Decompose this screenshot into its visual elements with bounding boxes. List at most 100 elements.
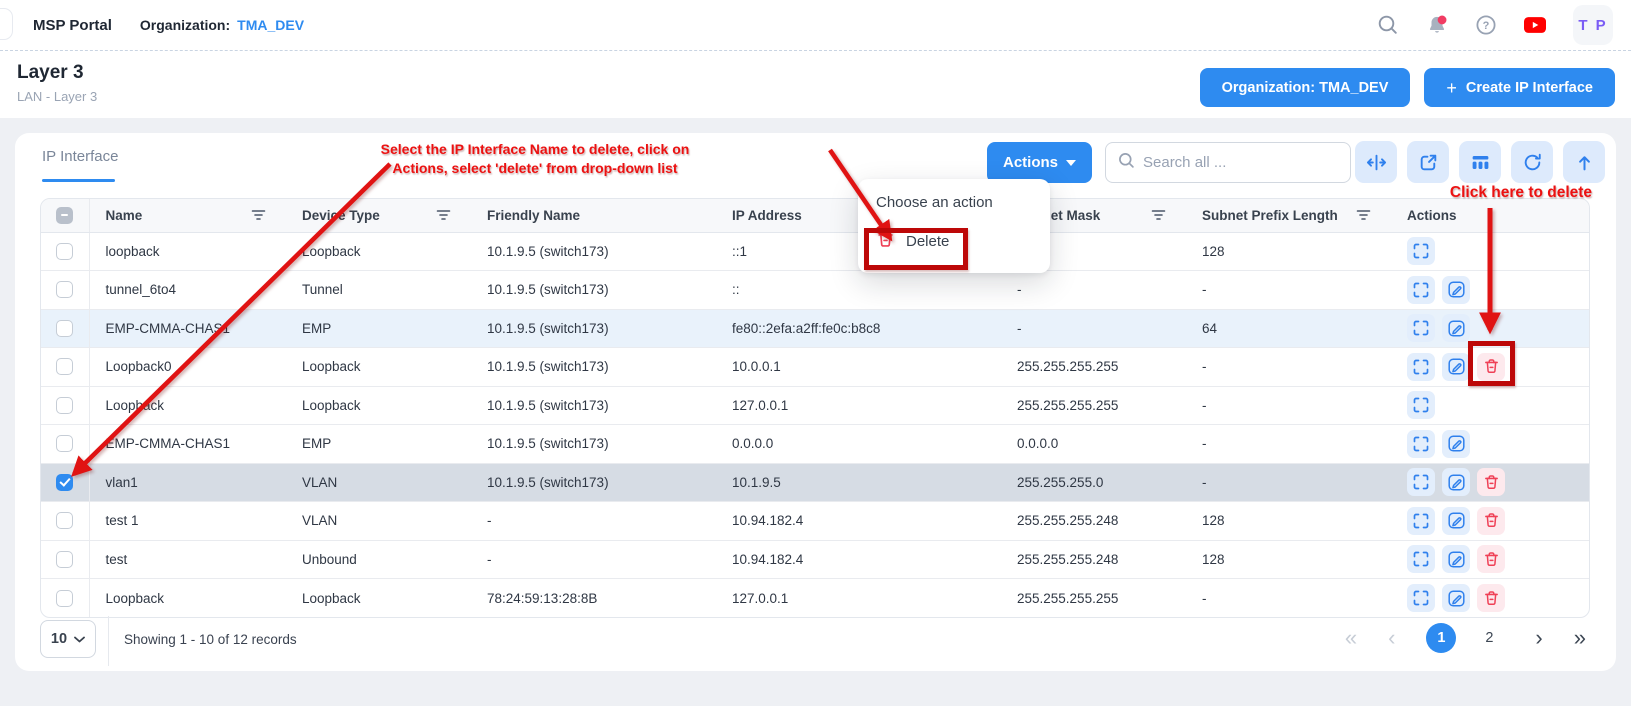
help-icon[interactable]: ? <box>1475 14 1497 36</box>
columns-button[interactable] <box>1459 141 1501 183</box>
expand-row-button[interactable] <box>1407 276 1435 304</box>
table-row: Loopback Loopback 10.1.9.5 (switch173) 1… <box>41 386 1590 425</box>
breadcrumb: LAN - Layer 3 <box>17 89 97 104</box>
delete-row-button[interactable] <box>1477 353 1505 381</box>
user-avatar[interactable]: T P <box>1573 5 1613 45</box>
expand-row-button[interactable] <box>1407 314 1435 342</box>
filter-icon[interactable] <box>1356 208 1371 223</box>
cell-ip: 0.0.0.0 <box>716 425 1001 464</box>
notifications-bell-icon[interactable] <box>1426 14 1448 36</box>
row-checkbox[interactable] <box>56 551 73 568</box>
table-row: tunnel_6to4 Tunnel 10.1.9.5 (switch173) … <box>41 271 1590 310</box>
refresh-button[interactable] <box>1511 141 1553 183</box>
table-row: vlan1 VLAN 10.1.9.5 (switch173) 10.1.9.5… <box>41 463 1590 502</box>
create-ip-interface-button[interactable]: + Create IP Interface <box>1424 68 1615 107</box>
edit-row-button[interactable] <box>1442 314 1470 342</box>
cell-mask: 255.255.255.255 <box>1001 348 1186 387</box>
next-page-icon[interactable]: › <box>1535 627 1542 649</box>
cell-device-type: Loopback <box>286 232 471 271</box>
row-checkbox[interactable] <box>56 512 73 529</box>
cell-mask: - <box>1001 309 1186 348</box>
col-header-subnet-prefix-length[interactable]: Subnet Prefix Length <box>1202 208 1338 223</box>
delete-row-button[interactable] <box>1477 468 1505 496</box>
filter-icon[interactable] <box>251 208 266 223</box>
cell-mask: 255.255.255.0 <box>1001 463 1186 502</box>
expand-row-button[interactable] <box>1407 237 1435 265</box>
expand-row-button[interactable] <box>1407 468 1435 496</box>
topbar: MSP Portal Organization: TMA_DEV ? T P <box>0 0 1631 50</box>
table-row: test Unbound - 10.94.182.4 255.255.255.2… <box>41 540 1590 579</box>
open-external-button[interactable] <box>1407 141 1449 183</box>
cell-ip: :: <box>716 271 1001 310</box>
tab-ip-interface[interactable]: IP Interface <box>42 148 118 165</box>
edit-row-button[interactable] <box>1442 507 1470 535</box>
filter-icon[interactable] <box>1151 208 1166 223</box>
expand-row-button[interactable] <box>1407 545 1435 573</box>
cell-device-type: Loopback <box>286 386 471 425</box>
col-header-device-type[interactable]: Device Type <box>302 208 380 223</box>
cell-prefix: - <box>1186 348 1391 387</box>
cell-name: Loopback <box>89 386 286 425</box>
delete-row-button[interactable] <box>1477 507 1505 535</box>
expand-row-button[interactable] <box>1407 430 1435 458</box>
cell-ip: 10.0.0.1 <box>716 348 1001 387</box>
sidebar-toggle[interactable] <box>0 8 13 40</box>
row-checkbox[interactable] <box>56 243 73 260</box>
youtube-icon[interactable] <box>1524 14 1546 36</box>
search-icon[interactable] <box>1377 14 1399 36</box>
delete-row-button[interactable] <box>1477 545 1505 573</box>
row-checkbox[interactable] <box>56 281 73 298</box>
row-checkbox[interactable] <box>56 435 73 452</box>
delete-row-button[interactable] <box>1477 584 1505 612</box>
page-number-1[interactable]: 1 <box>1426 623 1456 653</box>
row-actions <box>1407 237 1590 265</box>
edit-row-button[interactable] <box>1442 468 1470 496</box>
edit-row-button[interactable] <box>1442 584 1470 612</box>
page-number-2[interactable]: 2 <box>1474 623 1504 653</box>
row-checkbox[interactable] <box>56 474 73 491</box>
row-actions <box>1407 584 1590 612</box>
menu-item-delete[interactable]: Delete <box>858 224 1050 259</box>
first-page-icon[interactable]: « <box>1345 627 1357 649</box>
cell-friendly-name: 10.1.9.5 (switch173) <box>471 348 716 387</box>
expand-row-button[interactable] <box>1407 507 1435 535</box>
actions-button[interactable]: Actions <box>987 142 1092 183</box>
organization-button[interactable]: Organization: TMA_DEV <box>1200 68 1411 107</box>
cell-ip: 10.1.9.5 <box>716 463 1001 502</box>
row-checkbox[interactable] <box>56 590 73 607</box>
expand-row-button[interactable] <box>1407 584 1435 612</box>
page-title: Layer 3 <box>17 62 97 84</box>
expand-row-button[interactable] <box>1407 353 1435 381</box>
edit-row-button[interactable] <box>1442 545 1470 573</box>
filter-icon[interactable] <box>436 208 451 223</box>
cell-friendly-name: 10.1.9.5 (switch173) <box>471 386 716 425</box>
row-checkbox[interactable] <box>56 397 73 414</box>
edit-row-button[interactable] <box>1442 430 1470 458</box>
cell-name: EMP-CMMA-CHAS1 <box>89 425 286 464</box>
cell-prefix: 128 <box>1186 232 1391 271</box>
expand-row-button[interactable] <box>1407 391 1435 419</box>
col-header-ip-address[interactable]: IP Address <box>732 208 802 223</box>
cell-device-type: Tunnel <box>286 271 471 310</box>
select-all-checkbox[interactable] <box>56 207 73 224</box>
cell-mask: - <box>1001 271 1186 310</box>
row-checkbox[interactable] <box>56 358 73 375</box>
search-input[interactable] <box>1143 154 1338 171</box>
fit-columns-button[interactable] <box>1355 141 1397 183</box>
col-header-name[interactable]: Name <box>106 208 143 223</box>
export-button[interactable] <box>1563 141 1605 183</box>
cell-device-type: Loopback <box>286 579 471 618</box>
search-bar[interactable] <box>1105 142 1351 183</box>
cell-mask: 255.255.255.255 <box>1001 579 1186 618</box>
edit-row-button[interactable] <box>1442 353 1470 381</box>
cell-name: loopback <box>89 232 286 271</box>
prev-page-icon[interactable]: ‹ <box>1388 627 1395 649</box>
page-size-select[interactable]: 10 <box>40 620 96 658</box>
row-actions <box>1407 353 1590 381</box>
col-header-friendly-name[interactable]: Friendly Name <box>487 208 580 223</box>
cell-ip: fe80::2efa:a2ff:fe0c:b8c8 <box>716 309 1001 348</box>
edit-row-button[interactable] <box>1442 276 1470 304</box>
last-page-icon[interactable]: » <box>1574 627 1586 649</box>
row-checkbox[interactable] <box>56 320 73 337</box>
org-value-link[interactable]: TMA_DEV <box>237 17 304 33</box>
